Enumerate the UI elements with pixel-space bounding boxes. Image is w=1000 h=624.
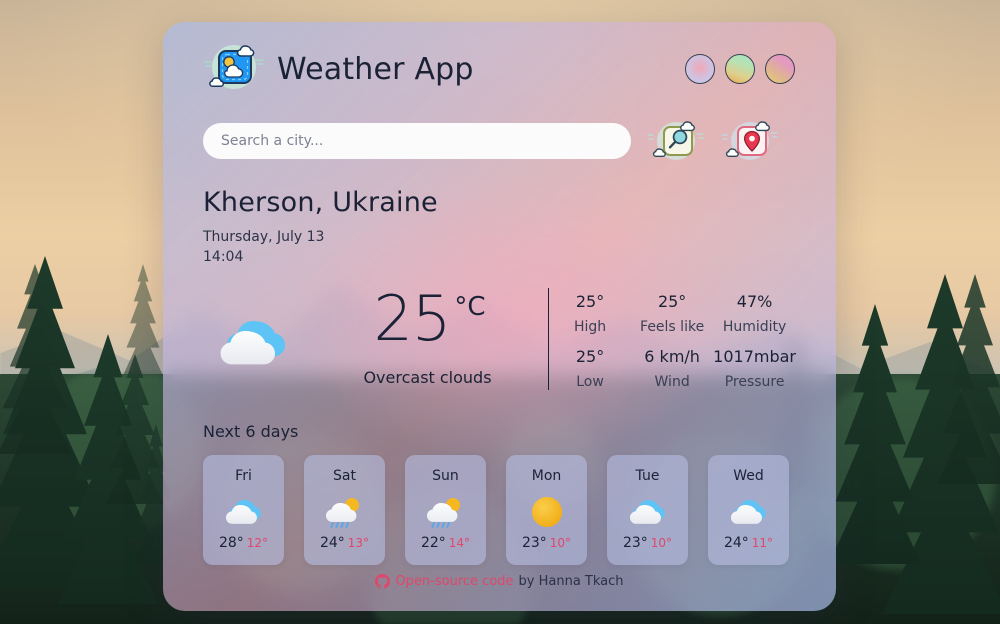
forecast-max: 28° (218, 534, 244, 551)
date-text: Thursday, July 13 (203, 229, 325, 245)
stat-humidity: 47% Humidity (713, 292, 796, 335)
forecast-max: 23° (622, 534, 648, 551)
stat-feels-like: 25° Feels like (631, 292, 713, 335)
stat-label: Wind (654, 373, 690, 390)
cloud-icon (224, 496, 264, 528)
forecast-day: Mon (531, 467, 562, 484)
unit-button-1[interactable] (685, 54, 715, 84)
forecast-list: Fri 28° 12° Sat 24° 13° Sun 22° 14° Mon … (203, 454, 796, 565)
stat-wind: 6 km/h Wind (631, 347, 713, 390)
temperature-unit: °C (454, 292, 486, 323)
time-text: 14:04 (203, 249, 244, 266)
stat-high: 25° High (549, 292, 631, 335)
sun-icon (527, 496, 567, 528)
location-block: Kherson, Ukraine Thursday, July 13 14:04 (203, 187, 796, 268)
footer: Open-source code by Hanna Tkach (163, 574, 836, 589)
forecast-card-sun[interactable]: Sun 22° 14° (405, 454, 486, 565)
map-pin-icon[interactable] (721, 117, 779, 165)
cloud-icon (729, 496, 769, 528)
forecast-min: 11° (751, 535, 774, 550)
page-title: Weather App (277, 51, 474, 87)
date-time: Thursday, July 13 14:04 (203, 227, 796, 268)
stat-label: Feels like (640, 318, 705, 335)
footer-author: by Hanna Tkach (518, 574, 624, 589)
forecast-temps: 23° 10° (522, 535, 571, 551)
forecast-temps: 28° 12° (219, 535, 268, 551)
stat-low: 25° Low (549, 347, 631, 390)
temperature-value: 25 (373, 282, 451, 356)
search-row (203, 117, 796, 165)
weather-stats: 25° High 25° Feels like 47% Humidity 25°… (549, 280, 796, 400)
stat-label: Humidity (722, 318, 787, 335)
weather-app-card: Weather App Search a city... Kherson, Uk… (163, 22, 836, 611)
forecast-temps: 22° 14° (421, 535, 470, 551)
forecast-min: 10° (549, 535, 572, 550)
current-temperature: 25 °C (307, 288, 548, 350)
search-input[interactable] (203, 123, 631, 159)
forecast-day: Fri (235, 467, 252, 484)
current-weather: 25 °C Overcast clouds 25° High 25° Feels … (203, 280, 796, 400)
sun-cloud-rain-icon (325, 496, 365, 528)
app-header: Weather App (203, 22, 796, 98)
forecast-min: 14° (448, 535, 471, 550)
stat-value: 25° (575, 346, 605, 366)
forecast-min: 12° (246, 535, 269, 550)
unit-buttons (685, 54, 796, 84)
sun-cloud-rain-icon (426, 496, 466, 528)
forecast-card-sat[interactable]: Sat 24° 13° (304, 454, 385, 565)
forecast-temps: 23° 10° (623, 535, 672, 551)
forecast-card-wed[interactable]: Wed 24° 11° (708, 454, 789, 565)
overcast-clouds-icon (215, 307, 295, 373)
forecast-min: 10° (650, 535, 673, 550)
forecast-temps: 24° 13° (320, 535, 369, 551)
unit-button-3[interactable] (765, 54, 795, 84)
stat-value: 6 km/h (644, 346, 700, 366)
city-name: Kherson, Ukraine (203, 187, 438, 218)
github-icon (375, 574, 391, 589)
current-main: 25 °C Overcast clouds (203, 280, 548, 400)
forecast-card-mon[interactable]: Mon 23° 10° (506, 454, 587, 565)
forecast-day: Sat (333, 467, 356, 484)
forecast-max: 24° (723, 534, 749, 551)
stat-label: Pressure (724, 373, 785, 390)
weather-app-logo-icon (203, 40, 265, 98)
current-temperature-block: 25 °C Overcast clouds (307, 288, 548, 391)
stat-value: 25° (575, 291, 605, 311)
stat-value: 47% (736, 291, 773, 311)
stat-value: 25° (657, 291, 687, 311)
stat-label: Low (576, 373, 604, 390)
forecast-max: 23° (521, 534, 547, 551)
forecast-card-fri[interactable]: Fri 28° 12° (203, 454, 284, 565)
forecast-max: 24° (319, 534, 345, 551)
forecast-day: Tue (635, 467, 660, 484)
forecast-temps: 24° 11° (724, 535, 773, 551)
forecast-title: Next 6 days (203, 421, 299, 441)
stat-pressure: 1017mbar Pressure (713, 347, 796, 390)
forecast-max: 22° (420, 534, 446, 551)
weather-description: Overcast clouds (363, 368, 492, 388)
forecast-day: Sun (432, 467, 459, 484)
stat-label: High (573, 318, 607, 335)
forecast-day: Wed (733, 467, 764, 484)
stat-value: 1017mbar (713, 346, 796, 366)
magnifier-icon[interactable] (647, 117, 705, 165)
forecast-card-tue[interactable]: Tue 23° 10° (607, 454, 688, 565)
cloud-icon (628, 496, 668, 528)
forecast-min: 13° (347, 535, 370, 550)
unit-button-2[interactable] (725, 54, 755, 84)
brand: Weather App (203, 40, 474, 98)
open-source-link[interactable]: Open-source code (395, 574, 513, 589)
